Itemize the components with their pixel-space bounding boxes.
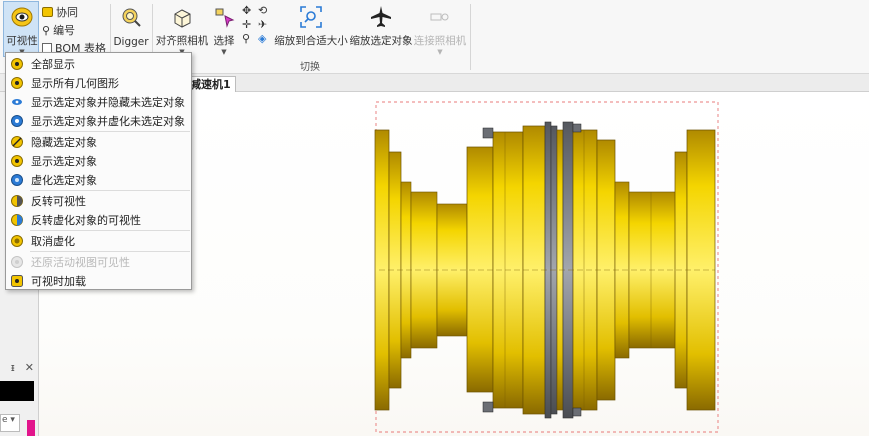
eye-ghost-icon [10,114,24,128]
menu-item-invert-visibility[interactable]: 反转可视性 [6,191,191,210]
digger-button[interactable]: Digger [113,4,149,48]
left-panel-accent [27,420,35,436]
zoom-selected-label: 缩放选定对象 [349,35,413,47]
pin-icon[interactable]: ᵻ [11,361,15,374]
menu-item-show-all[interactable]: 全部显示 [6,54,191,73]
menu-item-label: 取消虚化 [31,234,75,248]
eye-icon [10,76,24,90]
menu-item-restore-view-visibility: 还原活动视图可见性 [6,252,191,271]
zoom-selected-button[interactable]: 缩放选定对象 [349,4,413,48]
menu-item-show-selected-ghost-unselected[interactable]: 显示选定对象并虚化未选定对象 [6,111,191,130]
menu-item-unghost[interactable]: 取消虚化 [6,231,191,250]
numbering-button[interactable]: ⚲ 编号 [42,22,75,38]
roll-icon[interactable]: ⟲ [258,4,267,17]
menu-item-label: 还原活动视图可见性 [31,255,130,269]
menu-item-label: 显示所有几何图形 [31,76,119,90]
menu-item-label: 虚化选定对象 [31,173,97,187]
view-tools-grid: ✥ ⟲ ✛ ✈ ⚲ ◈ [240,4,272,48]
align-camera-button[interactable]: 对齐照相机 ▼ [155,4,209,56]
link-camera-icon [427,4,453,30]
eye-invert-icon [10,194,24,208]
ghost-invert-icon [10,213,24,227]
eye-icon [10,57,24,71]
zoom-fit-icon [298,4,324,30]
pan-icon[interactable]: ✛ [242,18,251,31]
numbering-label: 编号 [53,24,76,37]
look-icon[interactable]: ◈ [258,32,266,45]
left-panel-color-swatch [0,381,34,401]
zoom-fit-button[interactable]: 缩放到合适大小 [272,4,350,48]
cube-icon [169,4,195,30]
visibility-label: 可视性 [6,35,38,47]
orbit-icon[interactable]: ✥ [242,4,251,17]
chat-icon [42,7,53,17]
align-camera-label: 对齐照相机 [155,35,209,47]
collab-button[interactable]: 协同 [42,4,78,20]
menu-item-label: 显示选定对象 [31,154,97,168]
menu-item-hide-selected[interactable]: 隐藏选定对象 [6,132,191,151]
eye-off-icon [10,135,24,149]
select-icon [211,4,237,30]
zoom-fit-label: 缩放到合适大小 [274,35,348,47]
load-visible-icon [10,274,24,288]
menu-item-show-all-geometry[interactable]: 显示所有几何图形 [6,73,191,92]
connect-camera-button: 连接照相机 ▼ [412,4,468,56]
left-panel-dropdown[interactable]: e ▾ [0,414,20,432]
ribbon-separator [470,4,471,70]
digger-label: Digger [113,36,149,48]
menu-item-label: 全部显示 [31,57,75,71]
menu-item-show-selected[interactable]: 显示选定对象 [6,151,191,170]
connect-camera-label: 连接照相机 [413,35,467,47]
restore-visibility-icon [10,255,24,269]
airplane-icon [368,4,394,30]
switch-group-label: 切换 [300,62,320,73]
fly-icon[interactable]: ✈ [258,18,267,31]
digger-icon [118,4,144,30]
eye-icon [10,154,24,168]
collab-label: 协同 [56,6,78,19]
menu-item-label: 反转虚化对象的可视性 [31,213,141,227]
menu-item-ghost-selected[interactable]: 虚化选定对象 [6,170,191,189]
menu-item-label: 隐藏选定对象 [31,135,97,149]
select-label: 选择 [213,35,235,47]
menu-item-load-when-visible[interactable]: 可视时加载 [6,271,191,290]
ghost-icon [10,173,24,187]
select-button[interactable]: 选择 ▼ [211,4,237,56]
document-tab[interactable]: 减速机1 [187,76,236,92]
menu-item-invert-ghosted-visibility[interactable]: 反转虚化对象的可视性 [6,210,191,229]
menu-item-label: 反转可视性 [31,194,86,208]
menu-item-label: 显示选定对象并隐藏未选定对象 [31,95,185,109]
menu-item-label: 可视时加载 [31,274,86,288]
chevron-down-icon: ▼ [437,48,443,56]
visibility-dropdown-menu: 全部显示 显示所有几何图形 显示选定对象并隐藏未选定对象 显示选定对象并虚化未选… [5,52,192,290]
left-panel-header: ᵻ ✕ [0,356,38,378]
balloon-icon: ⚲ [42,23,51,37]
chevron-down-icon: ▼ [221,48,227,56]
eye-small-icon [10,95,24,109]
visibility-button[interactable]: 可视性 ▼ [4,4,40,56]
close-icon[interactable]: ✕ [25,361,34,374]
walk-icon[interactable]: ⚲ [242,32,250,45]
menu-item-label: 显示选定对象并虚化未选定对象 [31,114,185,128]
unghost-icon [10,234,24,248]
menu-item-show-selected-hide-unselected[interactable]: 显示选定对象并隐藏未选定对象 [6,92,191,111]
eye-icon [9,4,35,30]
